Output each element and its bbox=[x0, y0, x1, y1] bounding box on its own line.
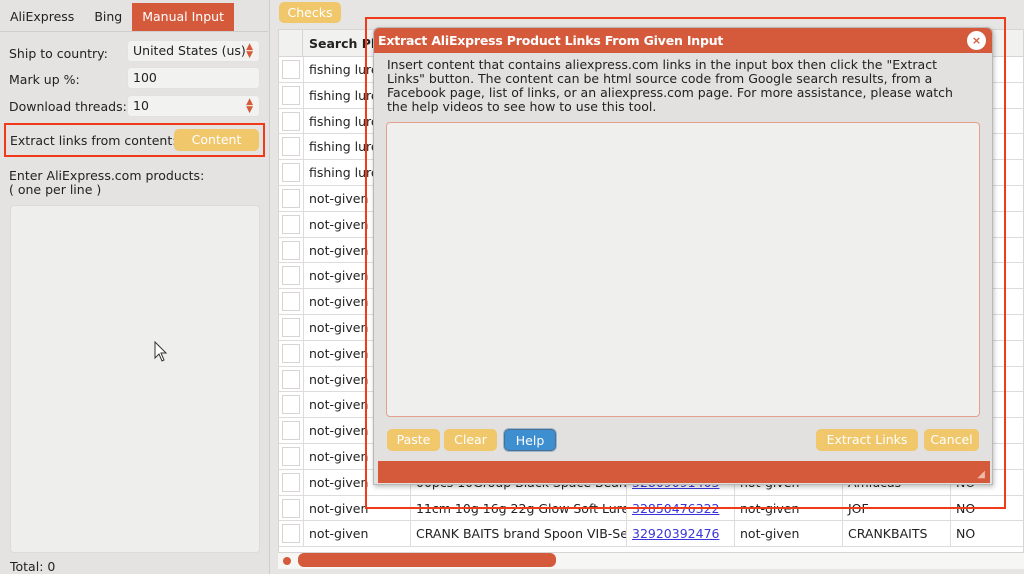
cell-title: CRANK BAITS brand Spoon VIB-Sequ bbox=[410, 521, 626, 547]
row-checkbox[interactable] bbox=[282, 421, 300, 441]
row-checkbox[interactable] bbox=[282, 318, 300, 337]
extract-links-dialog: Extract AliExpress Product Links From Gi… bbox=[373, 27, 993, 485]
cell-flag: NO bbox=[950, 521, 1023, 547]
horizontal-scrollbar[interactable] bbox=[278, 553, 1024, 569]
row-checkbox[interactable] bbox=[282, 163, 300, 183]
download-threads-label: Download threads: bbox=[9, 98, 127, 114]
dialog-status-bar: ◢ bbox=[378, 461, 990, 483]
cell-phrase: not-given bbox=[303, 521, 415, 547]
header-select[interactable] bbox=[279, 30, 303, 57]
ship-to-country-value: United States (us) bbox=[133, 43, 246, 58]
row-checkbox[interactable] bbox=[282, 292, 300, 312]
ship-to-country-label: Ship to country: bbox=[9, 45, 108, 61]
row-checkbox[interactable] bbox=[282, 343, 300, 363]
row-checkbox[interactable] bbox=[282, 137, 300, 157]
mark-up-label: Mark up %: bbox=[9, 71, 80, 87]
row-checkbox[interactable] bbox=[282, 189, 300, 208]
row-checkbox[interactable] bbox=[282, 472, 300, 492]
row-checkbox[interactable] bbox=[282, 498, 300, 518]
scrollbar-thumb[interactable] bbox=[298, 553, 556, 567]
paste-button[interactable]: Paste bbox=[387, 429, 440, 451]
row-checkbox[interactable] bbox=[282, 524, 300, 544]
checks-button[interactable]: Checks bbox=[279, 2, 341, 23]
ship-to-country-select[interactable]: United States (us) ▲ ▼ bbox=[127, 40, 260, 62]
content-input[interactable] bbox=[386, 122, 980, 417]
dialog-title: Extract AliExpress Product Links From Gi… bbox=[374, 28, 992, 53]
row-checkbox[interactable] bbox=[282, 369, 300, 389]
download-threads-select[interactable]: 10 ▲ ▼ bbox=[127, 95, 260, 117]
tab-aliexpress[interactable]: AliExpress bbox=[0, 3, 84, 31]
row-checkbox[interactable] bbox=[282, 85, 300, 105]
mouse-cursor-icon bbox=[154, 341, 168, 362]
cell-col4: not-given bbox=[734, 521, 842, 547]
tab-bar: AliExpress Bing Manual Input bbox=[0, 3, 234, 31]
content-button[interactable]: Content bbox=[174, 129, 259, 151]
spinner-icon: ▲ ▼ bbox=[246, 97, 253, 115]
products-label: Enter AliExpress.com products: ( one per… bbox=[9, 169, 204, 197]
products-textarea[interactable] bbox=[10, 205, 260, 553]
row-checkbox[interactable] bbox=[282, 111, 300, 131]
close-icon[interactable]: × bbox=[967, 31, 986, 50]
extract-links-label: Extract links from content: bbox=[10, 133, 177, 148]
table-row[interactable]: not-given CRANK BAITS brand Spoon VIB-Seq… bbox=[279, 521, 1023, 548]
cancel-button[interactable]: Cancel bbox=[924, 429, 979, 451]
products-label-line1: Enter AliExpress.com products: bbox=[9, 168, 205, 183]
left-panel: AliExpress Bing Manual Input Ship to cou… bbox=[0, 0, 270, 574]
row-checkbox[interactable] bbox=[282, 447, 300, 466]
extract-links-button[interactable]: Extract Links bbox=[816, 429, 918, 451]
row-checkbox[interactable] bbox=[282, 240, 300, 260]
cell-id[interactable]: 32920392476 bbox=[626, 521, 734, 547]
total-count: Total: 0 bbox=[10, 559, 56, 574]
tab-manual-input[interactable]: Manual Input bbox=[132, 3, 234, 31]
scroll-left-icon[interactable] bbox=[283, 557, 291, 565]
resize-grip-icon[interactable]: ◢ bbox=[977, 469, 985, 480]
help-button[interactable]: Help bbox=[504, 429, 556, 451]
mark-up-input[interactable]: 100 bbox=[127, 67, 260, 89]
cell-brand: CRANKBAITS bbox=[842, 521, 950, 547]
row-checkbox[interactable] bbox=[282, 395, 300, 415]
tab-bing[interactable]: Bing bbox=[84, 3, 132, 31]
clear-button[interactable]: Clear bbox=[444, 429, 497, 451]
extract-links-highlight: Extract links from content: Content bbox=[4, 123, 265, 157]
row-checkbox[interactable] bbox=[282, 266, 300, 286]
dialog-description: Insert content that contains aliexpress.… bbox=[387, 57, 953, 114]
download-threads-value: 10 bbox=[133, 98, 149, 113]
products-label-line2: ( one per line ) bbox=[9, 182, 102, 197]
row-checkbox[interactable] bbox=[282, 214, 300, 234]
row-checkbox[interactable] bbox=[282, 60, 300, 79]
spinner-icon: ▲ ▼ bbox=[246, 42, 253, 60]
manual-input-panel: Ship to country: United States (us) ▲ ▼ M… bbox=[0, 31, 268, 574]
